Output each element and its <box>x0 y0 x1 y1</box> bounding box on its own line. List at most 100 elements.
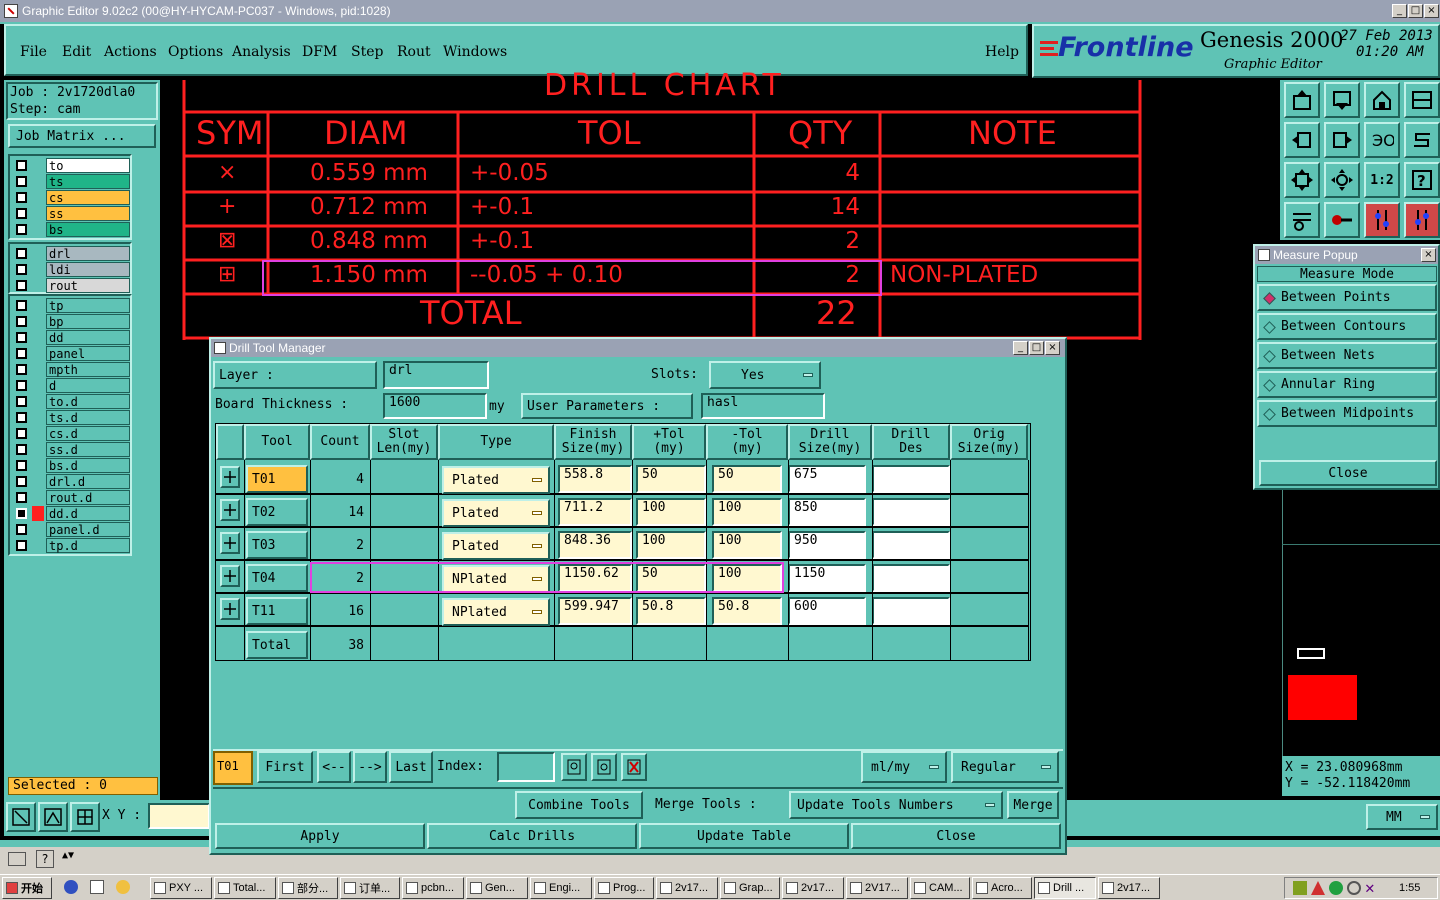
units-select[interactable]: MM <box>1366 804 1438 830</box>
layer-row[interactable]: bp <box>12 314 132 329</box>
drill-size-input[interactable]: 675 <box>788 465 866 493</box>
type-select[interactable]: Plated <box>442 466 550 494</box>
layer-input[interactable]: drl <box>383 361 489 389</box>
slots-select[interactable]: Yes <box>709 361 821 389</box>
minimize-icon[interactable]: _ <box>1392 4 1407 18</box>
index-input[interactable] <box>497 752 555 782</box>
tool-id[interactable]: T04 <box>246 564 308 592</box>
expand-icon[interactable] <box>220 466 240 488</box>
menu-actions[interactable]: Actions <box>104 44 157 60</box>
type-select[interactable]: Plated <box>442 532 550 560</box>
minus-tol-input[interactable]: 100 <box>712 564 782 592</box>
measure-option[interactable]: Between Nets <box>1257 342 1437 369</box>
layer-row[interactable]: to <box>12 158 132 173</box>
measure-close-button[interactable]: Close <box>1259 460 1437 486</box>
task-button[interactable]: CAM... <box>910 877 970 899</box>
drill-des-input[interactable] <box>872 597 950 625</box>
drill-des-input[interactable] <box>872 564 950 592</box>
layer-checkbox[interactable] <box>16 264 27 275</box>
delete-tool-icon[interactable] <box>621 753 647 781</box>
layer-label[interactable]: drl.d <box>46 474 130 489</box>
drill-size-input[interactable]: 600 <box>788 597 866 625</box>
home-icon[interactable] <box>1364 82 1400 118</box>
layer-row[interactable]: rout <box>12 278 132 293</box>
layer-checkbox[interactable] <box>16 428 27 439</box>
layer-label[interactable]: ts.d <box>46 410 130 425</box>
layer-checkbox[interactable] <box>16 316 27 327</box>
plus-tol-input[interactable]: 100 <box>636 498 706 526</box>
layer-checkbox[interactable] <box>16 396 27 407</box>
dtm-titlebar[interactable]: Drill Tool Manager _ □ × <box>211 339 1065 357</box>
zoom-icon[interactable] <box>1324 162 1360 198</box>
layer-row[interactable]: tp <box>12 298 132 313</box>
merge-button[interactable]: Merge <box>1007 791 1059 819</box>
layer-label[interactable]: cs.d <box>46 426 130 441</box>
layer-row[interactable]: drl <box>12 246 132 261</box>
type-select[interactable]: Plated <box>442 499 550 527</box>
measure-option[interactable]: Between Midpoints <box>1257 400 1437 427</box>
task-button[interactable]: Drill ... <box>1034 877 1096 899</box>
layer-label[interactable]: to.d <box>46 394 130 409</box>
task-button[interactable]: Grap... <box>720 877 780 899</box>
finish-size-input[interactable]: 1150.62 <box>558 564 632 592</box>
arrow-right-icon[interactable] <box>1324 122 1360 158</box>
tool-id[interactable]: T03 <box>246 531 308 559</box>
help-question-icon[interactable]: ? <box>36 850 54 868</box>
drill-size-input[interactable]: 1150 <box>788 564 866 592</box>
minus-tol-input[interactable]: 100 <box>712 531 782 559</box>
layer-row[interactable]: dd <box>12 330 132 345</box>
user-params-input[interactable]: hasl <box>701 393 825 419</box>
menu-edit[interactable]: Edit <box>62 44 91 60</box>
expand-icon[interactable] <box>220 598 240 620</box>
close-icon[interactable]: × <box>1424 4 1439 18</box>
layer-checkbox[interactable] <box>16 176 27 187</box>
layer-checkbox[interactable] <box>16 380 27 391</box>
job-matrix-button[interactable]: Job Matrix ... <box>8 124 156 148</box>
dtm-minimize-icon[interactable]: _ <box>1013 341 1028 355</box>
layer-checkbox[interactable] <box>16 300 27 311</box>
tool-id[interactable]: T02 <box>246 498 308 526</box>
regular-select[interactable]: Regular <box>951 751 1059 783</box>
dtm-close-icon[interactable]: × <box>1045 341 1060 355</box>
swap-icon[interactable] <box>1404 122 1440 158</box>
drill-size-input[interactable]: 850 <box>788 498 866 526</box>
flip-icon[interactable]: ЭO <box>1364 122 1400 158</box>
combine-tools-button[interactable]: Combine Tools <box>515 791 643 819</box>
layer-label[interactable]: to <box>46 158 130 173</box>
window-title-bar[interactable]: Graphic Editor 9.02c2 (00@HY-HYCAM-PC037… <box>0 0 1440 22</box>
measure-icon[interactable] <box>1324 202 1360 238</box>
start-button[interactable]: 开始 <box>2 877 52 899</box>
last-button[interactable]: Last <box>389 751 433 783</box>
task-button[interactable]: Prog... <box>594 877 654 899</box>
minus-tol-input[interactable]: 50.8 <box>712 597 782 625</box>
layer-label[interactable]: cs <box>46 190 130 205</box>
layer-row[interactable]: dd.d <box>12 506 132 521</box>
measure-option[interactable]: Between Points <box>1257 284 1437 311</box>
measure-option[interactable]: Annular Ring <box>1257 371 1437 398</box>
layer-row[interactable]: panel <box>12 346 132 361</box>
layer-row[interactable]: bs.d <box>12 458 132 473</box>
layer-checkbox[interactable] <box>16 460 27 471</box>
menu-file[interactable]: File <box>20 44 47 60</box>
menu-windows[interactable]: Windows <box>443 44 507 60</box>
layer-label[interactable]: d <box>46 378 130 393</box>
drill-des-input[interactable] <box>872 465 950 493</box>
tray-icon-3[interactable] <box>1329 881 1343 895</box>
layer-label[interactable]: bs.d <box>46 458 130 473</box>
menu-rout[interactable]: Rout <box>397 44 431 60</box>
layer-row[interactable]: ts.d <box>12 410 132 425</box>
layer-label[interactable]: bp <box>46 314 130 329</box>
task-button[interactable]: Engi... <box>530 877 592 899</box>
task-button[interactable]: Gen... <box>466 877 528 899</box>
window-icon[interactable] <box>1404 82 1440 118</box>
layer-row[interactable]: ts <box>12 174 132 189</box>
layer-checkbox[interactable] <box>16 508 27 519</box>
task-button[interactable]: 2v17... <box>1098 877 1160 899</box>
layer-checkbox[interactable] <box>16 412 27 423</box>
quicklaunch-desktop-icon[interactable] <box>90 880 104 894</box>
task-button[interactable]: Acro... <box>972 877 1032 899</box>
drill-des-input[interactable] <box>872 531 950 559</box>
layer-row[interactable]: rout.d <box>12 490 132 505</box>
layer-label[interactable]: tp <box>46 298 130 313</box>
layer-label[interactable]: ss <box>46 206 130 221</box>
